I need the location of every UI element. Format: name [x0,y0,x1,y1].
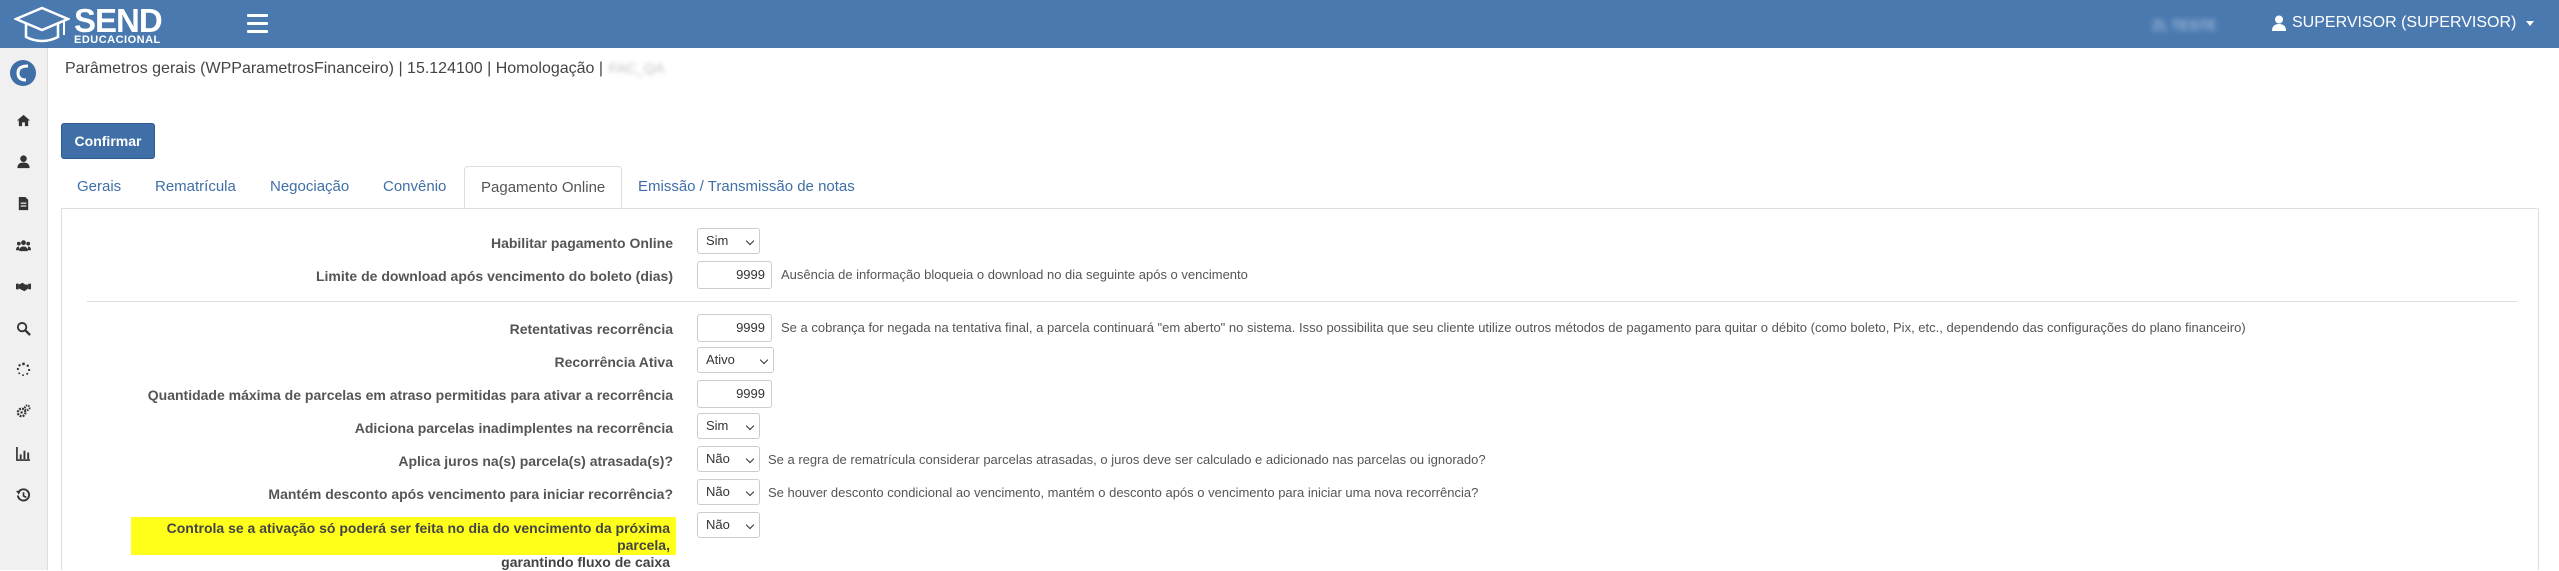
page-breadcrumb: Parâmetros gerais (WPParametrosFinanceir… [65,60,664,78]
confirm-button[interactable]: Confirmar [61,123,155,159]
form-row-retentativas: Retentativas recorrência 9999 Se a cobra… [0,314,2559,342]
input-qtd-max[interactable]: 9999 [697,380,772,408]
logo-sub-text: EDUCACIONAL [74,34,161,46]
form-row-limite: Limite de download após vencimento do bo… [0,261,2559,289]
form-row-adiciona: Adiciona parcelas inadimplentes na recor… [0,413,2559,441]
input-limite[interactable]: 9999 [697,261,772,289]
label-qtd-max: Quantidade máxima de parcelas em atraso … [147,387,673,403]
form-row-habilitar: Habilitar pagamento Online Sim [0,228,2559,256]
section-divider [87,301,2517,302]
user-sidebar-icon[interactable] [13,151,33,171]
form-row-desconto: Mantém desconto após vencimento para ini… [0,479,2559,507]
form-row-recorrencia-ativa: Recorrência Ativa Ativo [0,347,2559,375]
breadcrumb-blurred: FAC_QA [609,60,665,76]
input-retentativas[interactable]: 9999 [697,314,772,342]
label-habilitar: Habilitar pagamento Online [490,235,673,251]
tab-convenio[interactable]: Convênio [367,166,462,208]
user-icon [2272,15,2286,31]
select-desconto[interactable]: Não [697,479,760,505]
label-limite: Limite de download após vencimento do bo… [315,268,673,284]
select-recorrencia-ativa[interactable]: Ativo [697,347,774,373]
form-row-qtd-max: Quantidade máxima de parcelas em atraso … [0,380,2559,408]
document-icon[interactable] [13,193,33,213]
user-name: SUPERVISOR (SUPERVISOR) [2292,14,2517,31]
label-juros: Aplica juros na(s) parcela(s) atrasada(s… [398,453,673,469]
select-controla[interactable]: Não [697,512,760,538]
label-retentativas: Retentativas recorrência [509,321,673,337]
hint-juros: Se a regra de rematrícula considerar par… [768,452,1486,467]
breadcrumb-text: Parâmetros gerais (WPParametrosFinanceir… [65,60,604,77]
label-controla-line2: garantindo fluxo de caixa [501,554,670,570]
tab-gerais[interactable]: Gerais [61,166,137,208]
label-desconto: Mantém desconto após vencimento para ini… [268,486,673,502]
top-navbar: SEND EDUCACIONAL ZL TESTE SUPERVISOR (SU… [0,0,2559,48]
tab-emissao-notas[interactable]: Emissão / Transmissão de notas [622,166,871,208]
caret-down-icon [2526,20,2535,26]
tab-rematricula[interactable]: Rematrícula [139,166,252,208]
label-recorrencia-ativa: Recorrência Ativa [554,354,673,370]
form-row-juros: Aplica juros na(s) parcela(s) atrasada(s… [0,446,2559,474]
hint-limite: Ausência de informação bloqueia o downlo… [781,267,1248,282]
logo-main-text: SEND [74,2,163,39]
hint-retentativas: Se a cobrança for negada na tentativa fi… [781,320,2246,335]
select-adiciona[interactable]: Sim [697,413,760,439]
select-habilitar[interactable]: Sim [697,228,760,254]
user-menu[interactable]: SUPERVISOR (SUPERVISOR) [2272,14,2535,32]
tab-pagamento-online[interactable]: Pagamento Online [464,166,623,208]
blurred-context[interactable]: ZL TESTE [2152,17,2217,33]
home-icon[interactable] [13,110,33,130]
label-adiciona: Adiciona parcelas inadimplentes na recor… [354,420,673,436]
select-juros[interactable]: Não [697,446,760,472]
menu-toggle-icon[interactable] [247,14,268,33]
tab-negociacao[interactable]: Negociação [254,166,365,208]
hint-desconto: Se houver desconto condicional ao vencim… [768,485,1479,500]
brand-logo[interactable]: SEND EDUCACIONAL [14,2,163,46]
form-row-controla: Não [0,512,2559,540]
graduation-cap-icon [14,6,70,43]
tab-bar: Gerais Rematrícula Negociação Convênio P… [61,166,2537,209]
app-logo-icon [10,60,36,86]
